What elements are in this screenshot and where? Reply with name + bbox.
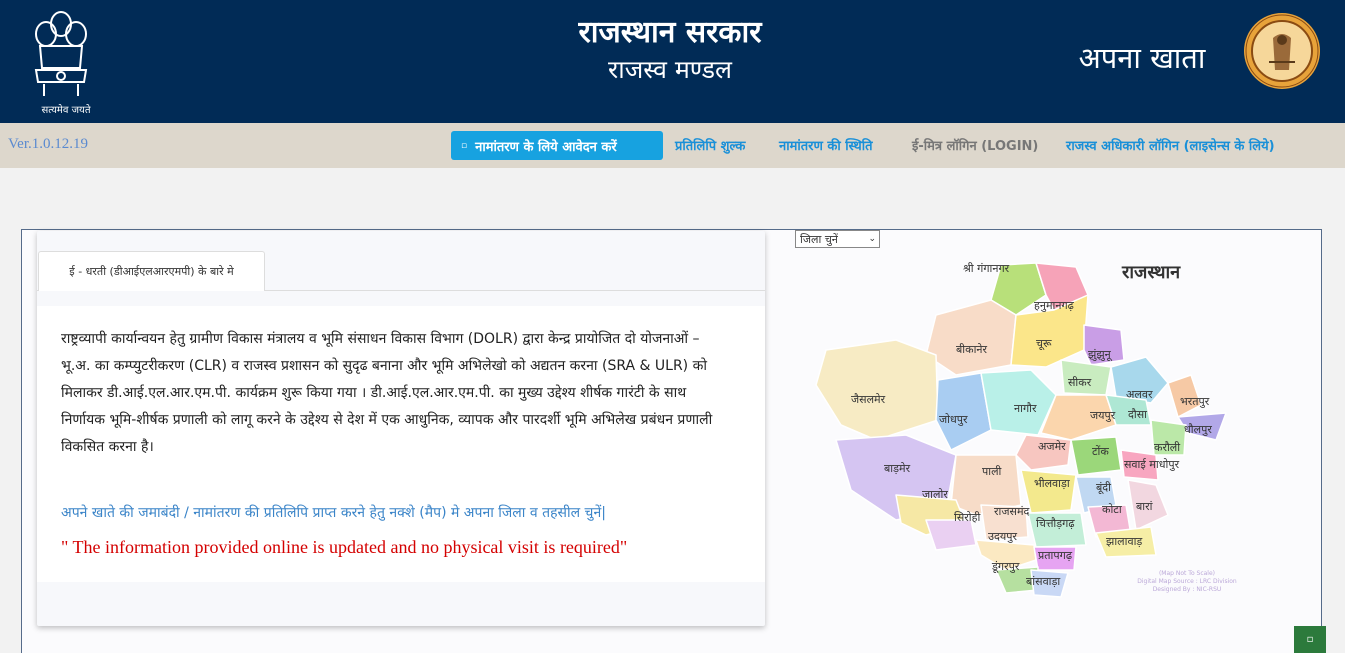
svg-text:सिरोही: सिरोही <box>954 511 980 524</box>
map-note-line: Designed By : NIC-RSU <box>1152 586 1222 593</box>
svg-text:राजसमंद: राजसमंद <box>994 505 1030 518</box>
svg-text:टोंक: टोंक <box>1092 445 1109 458</box>
svg-text:झुंझुनू: झुंझुनू <box>1088 348 1113 362</box>
svg-text:चित्तौड़गढ़: चित्तौड़गढ़ <box>1036 517 1075 530</box>
department-subtitle: राजस्व मण्डल <box>608 55 732 84</box>
svg-text:जालोर: जालोर <box>922 488 948 501</box>
copy-fee-link[interactable]: प्रतिलिपि शुल्क <box>675 136 745 154</box>
square-icon: ▫ <box>461 140 468 151</box>
svg-text:जयपुर: जयपुर <box>1090 409 1116 422</box>
svg-text:बारां: बारां <box>1136 500 1153 513</box>
tab-strip: ई - धरती (डीआईएलआरएमपी) के बारे मे <box>37 231 765 291</box>
apply-mutation-label: नामांतरण के लिये आवेदन करें <box>475 139 617 155</box>
government-title: राजस्थान सरकार <box>578 15 762 50</box>
svg-text:दौसा: दौसा <box>1128 408 1147 421</box>
map-instruction: अपने खाते की जमाबंदी / नामांतरण की प्रति… <box>61 505 606 521</box>
svg-text:धौलपुर: धौलपुर <box>1184 423 1212 436</box>
emblem-caption: सत्यमेव जयते <box>41 105 91 116</box>
svg-text:पाली: पाली <box>982 465 1002 478</box>
svg-text:सवाई माधोपुर: सवाई माधोपुर <box>1124 458 1180 471</box>
svg-text:उदयपुर: उदयपुर <box>988 530 1017 543</box>
card-body: राष्ट्रव्यापी कार्यान्वयन हेतु ग्रामीण व… <box>37 306 765 582</box>
svg-text:जैसलमेर: जैसलमेर <box>851 393 886 406</box>
svg-text:भरतपुर: भरतपुर <box>1180 395 1210 408</box>
revenue-board-seal-icon <box>1243 12 1321 90</box>
svg-text:अलवर: अलवर <box>1126 388 1153 401</box>
svg-text:जोधपुर: जोधपुर <box>939 413 968 426</box>
program-description: राष्ट्रव्यापी कार्यान्वयन हेतु ग्रामीण व… <box>61 331 713 455</box>
map-note-line: (Map Not To Scale) <box>1158 570 1216 577</box>
rajasthan-district-map[interactable]: श्री गंगानगर हनुमानगढ़ बीकानेर चूरू झुंझ… <box>806 255 1236 600</box>
map-note-line: Digital Map Source : LRC Division <box>1137 578 1237 585</box>
chevron-down-icon: ⌄ <box>868 234 876 244</box>
header-bar: सत्यमेव जयते राजस्थान सरकार राजस्व मण्डल… <box>0 0 1345 123</box>
district-select-value: जिला चुनें <box>800 232 838 246</box>
svg-text:बाड़मेर: बाड़मेर <box>884 462 911 475</box>
square-icon: ▫ <box>1306 634 1314 645</box>
svg-text:श्री गंगानगर: श्री गंगानगर <box>963 262 1010 275</box>
emitra-login-link[interactable]: ई-मित्र लॉगिन (LOGIN) <box>912 136 1038 154</box>
district-select[interactable]: जिला चुनें ⌄ <box>795 230 880 248</box>
svg-text:चूरू: चूरू <box>1036 337 1052 351</box>
navigation-bar: Ver.1.0.12.19 ▫ नामांतरण के लिये आवेदन क… <box>0 123 1345 168</box>
svg-text:बांसवाड़ा: बांसवाड़ा <box>1026 575 1060 588</box>
svg-text:डूंगरपुर: डूंगरपुर <box>991 560 1020 574</box>
svg-text:प्रतापगढ़: प्रतापगढ़ <box>1038 549 1073 562</box>
map-source-note: (Map Not To Scale) Digital Map Source : … <box>1122 570 1252 594</box>
national-emblem-icon: सत्यमेव जयते <box>26 8 96 116</box>
svg-text:सीकर: सीकर <box>1068 376 1092 389</box>
svg-text:बूंदी: बूंदी <box>1096 481 1111 495</box>
svg-text:बीकानेर: बीकानेर <box>956 343 988 356</box>
state-title: राजस्थान <box>1122 262 1181 283</box>
svg-text:करौली: करौली <box>1154 441 1180 454</box>
version-label: Ver.1.0.12.19 <box>8 136 88 152</box>
svg-text:हनुमानगढ़: हनुमानगढ़ <box>1034 299 1075 312</box>
app-name: अपना खाता <box>1078 41 1206 75</box>
info-card: ई - धरती (डीआईएलआरएमपी) के बारे मे राष्ट… <box>37 231 765 626</box>
scroll-top-button[interactable]: ▫ <box>1294 626 1326 653</box>
svg-text:भीलवाड़ा: भीलवाड़ा <box>1034 477 1070 490</box>
tab-about-edharti[interactable]: ई - धरती (डीआईएलआरएमपी) के बारे मे <box>38 251 265 291</box>
svg-text:कोटा: कोटा <box>1102 503 1122 516</box>
svg-text:नागौर: नागौर <box>1014 402 1037 415</box>
svg-text:झालावाड़: झालावाड़ <box>1106 535 1142 548</box>
svg-text:अजमेर: अजमेर <box>1038 440 1066 453</box>
online-notice: " The information provided online is upd… <box>61 537 628 557</box>
revenue-officer-login-link[interactable]: राजस्व अधिकारी लॉगिन (लाइसेन्स के लिये) <box>1066 136 1275 154</box>
mutation-status-link[interactable]: नामांतरण की स्थिति <box>779 136 873 154</box>
apply-mutation-button[interactable]: ▫ नामांतरण के लिये आवेदन करें <box>451 131 663 160</box>
